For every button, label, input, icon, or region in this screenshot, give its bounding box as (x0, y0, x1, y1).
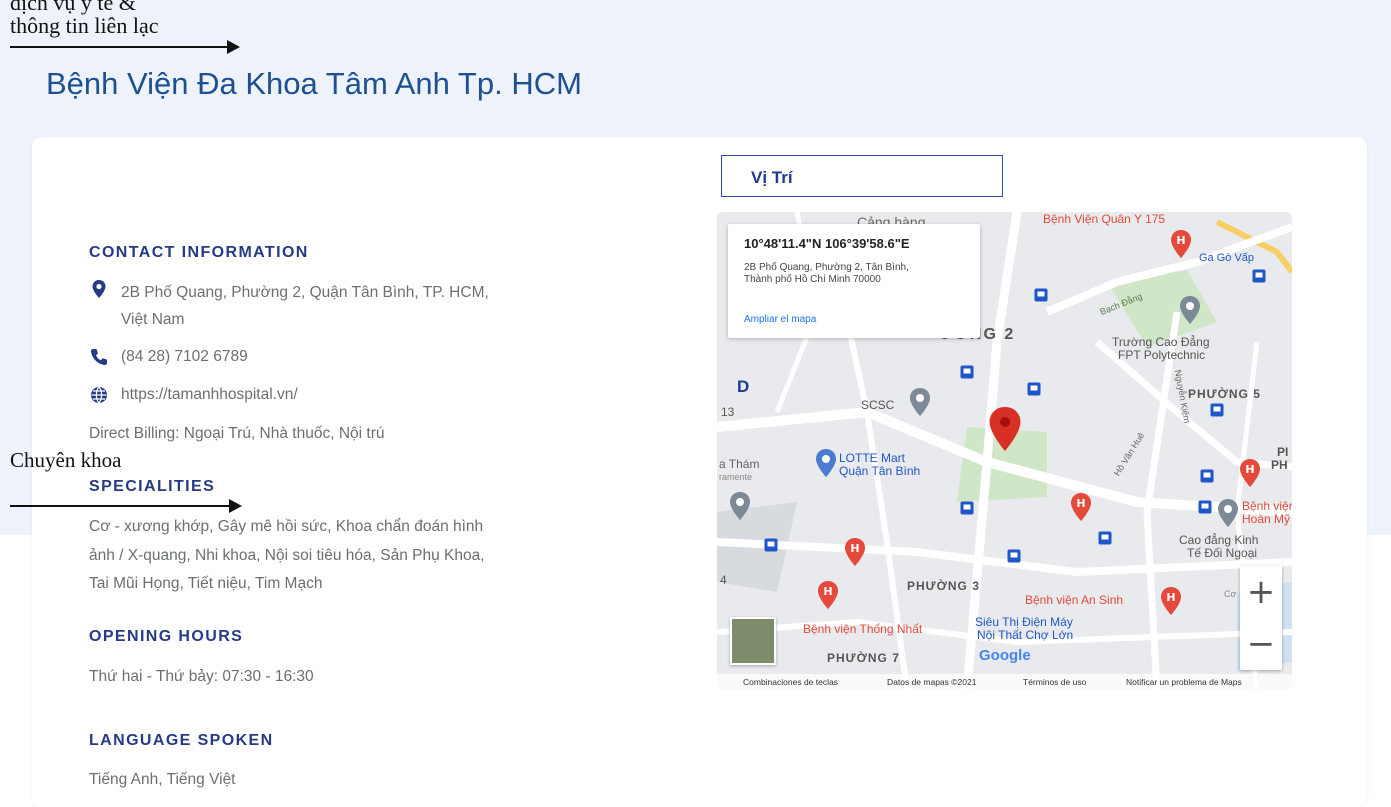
map-info-box: 10°48'11.4"N 106°39'58.6"E 2B Phố Quang,… (728, 224, 980, 338)
direct-billing-text: Direct Billing: Ngoại Trú, Nhà thuốc, Nộ… (89, 425, 385, 442)
specialities-heading: SPECIALITIES (89, 478, 216, 495)
phone-number[interactable]: (84 28) 7102 6789 (121, 344, 248, 370)
annotation-services-line1: dịch vụ y tế & (10, 0, 136, 15)
bus-stop-icon[interactable] (1027, 382, 1041, 396)
shopping-marker-icon[interactable] (815, 448, 837, 478)
annotation-services-line2: thông tin liên lạc (10, 13, 159, 38)
phone-icon (89, 347, 109, 367)
location-label: Vị Trí (751, 168, 793, 187)
map-label-four: 4 (720, 573, 727, 587)
hospital-marker-icon[interactable]: H (1160, 586, 1182, 616)
bus-stop-icon[interactable] (1252, 269, 1266, 283)
map-label-truong-cd-2: FPT Polytechnic (1118, 348, 1206, 362)
map-label-sieu-thi-2: Nội Thất Chợ Lớn (977, 628, 1074, 642)
map-label-ga-go-vap: Ga Gò Vấp (1199, 252, 1255, 264)
language-spoken-heading: LANGUAGE SPOKEN (89, 732, 274, 749)
bus-stop-icon[interactable] (1210, 403, 1224, 417)
contact-information-heading: CONTACT INFORMATION (89, 244, 309, 261)
bus-stop-icon[interactable] (1034, 288, 1048, 302)
svg-text:H: H (823, 585, 832, 598)
enlarge-map-link[interactable]: Ampliar el mapa (744, 314, 816, 325)
specialities-line-3: Tai Mũi Họng, Tiết niệu, Tim Mạch (89, 575, 323, 592)
map-label-phuong-5: PHƯỜNG 5 (1188, 387, 1261, 401)
satellite-toggle-button[interactable] (730, 617, 776, 665)
map-address-line-1: 2B Phố Quang, Phường 2, Tân Bình, (744, 262, 909, 273)
map-label-an-sinh: Bệnh viện An Sinh (1025, 593, 1124, 607)
map-label-ph: PH (1271, 458, 1288, 472)
map-attribution-bar: Combinaciones de teclas Datos de mapas ©… (717, 674, 1292, 690)
map-label-quan-y-175: Bệnh Viện Quân Y 175 (1043, 212, 1166, 226)
map-label-tham-2: ramente (719, 472, 753, 482)
bus-stop-icon[interactable] (960, 501, 974, 515)
report-problem-link[interactable]: Notificar un problema de Maps (1126, 674, 1242, 690)
bus-stop-icon[interactable] (1098, 531, 1112, 545)
map-zoom-controls: + − (1240, 566, 1282, 670)
page-title: Bệnh Viện Đa Khoa Tâm Anh Tp. HCM (46, 66, 582, 101)
keyboard-shortcuts-link[interactable]: Combinaciones de teclas (743, 674, 838, 690)
map-address-line-2: Thành phố Hồ Chí Minh 70000 (744, 274, 881, 285)
hospital-marker-icon[interactable]: H (1170, 229, 1192, 259)
annotation-specialities: Chuyên khoa (10, 448, 122, 472)
hospital-marker-icon[interactable]: H (817, 580, 839, 610)
bus-stop-icon[interactable] (1007, 549, 1021, 563)
annotation-arrow-specialities (10, 499, 242, 513)
poi-marker-icon[interactable] (729, 491, 751, 521)
map-coordinates: 10°48'11.4"N 106°39'58.6"E (744, 236, 910, 251)
bus-stop-icon[interactable] (1200, 469, 1214, 483)
opening-hours-value: Thứ hai - Thứ bảy: 07:30 - 16:30 (89, 668, 314, 685)
address-line-2: Việt Nam (121, 311, 185, 328)
hospital-marker-icon[interactable]: H (1239, 458, 1261, 488)
map-pin-icon[interactable] (988, 406, 1022, 452)
svg-text:H: H (1176, 234, 1185, 247)
globe-icon (89, 385, 109, 405)
google-logo: Google (979, 647, 1031, 664)
poi-marker-icon[interactable] (909, 387, 931, 417)
map-label-lotte-2: Quận Tân Bình (839, 464, 921, 478)
map-label-right-cut: Cơ (1224, 589, 1237, 599)
svg-text:H: H (1245, 463, 1254, 476)
zoom-out-button[interactable]: − (1240, 618, 1282, 670)
zoom-in-button[interactable]: + (1240, 566, 1282, 618)
annotation-arrow-top (10, 40, 240, 54)
map-label-hoan-my-2: Hoàn Mỹ (1242, 512, 1291, 526)
bus-stop-icon[interactable] (960, 365, 974, 379)
map-label-d: D (737, 377, 750, 396)
bus-stop-icon[interactable] (1198, 500, 1212, 514)
svg-text:H: H (1076, 497, 1085, 510)
opening-hours-heading: OPENING HOURS (89, 628, 244, 645)
map-data-text: Datos de mapas ©2021 (887, 677, 977, 687)
map-label-cd-kinh-te-2: Tế Đối Ngoại (1187, 546, 1258, 560)
hospital-marker-icon[interactable]: H (844, 537, 866, 567)
map-label-scsc: SCSC (861, 398, 895, 412)
bus-stop-icon[interactable] (764, 538, 778, 552)
map-label-tham-1: a Thám (719, 457, 760, 471)
education-marker-icon[interactable] (1179, 295, 1201, 325)
specialities-line-2: ảnh / X-quang, Nhi khoa, Nội soi tiêu hó… (89, 547, 485, 564)
address-line-1: 2B Phố Quang, Phường 2, Quận Tân Bình, T… (121, 284, 489, 301)
location-pin-icon (89, 279, 109, 299)
specialities-line-1: Cơ - xương khớp, Gây mê hồi sức, Khoa ch… (89, 518, 484, 535)
poi-marker-icon[interactable] (1217, 498, 1239, 528)
map-label-thong-nhat: Bệnh viện Thống Nhất (803, 622, 923, 636)
hospital-marker-icon[interactable]: H (1070, 492, 1092, 522)
svg-text:H: H (1166, 591, 1175, 604)
terms-of-use-link[interactable]: Términos de uso (1023, 674, 1086, 690)
language-spoken-value: Tiếng Anh, Tiếng Việt (89, 771, 236, 788)
map-label-phuong-7: PHƯỜNG 7 (827, 651, 900, 665)
svg-text:H: H (850, 542, 859, 555)
map-label-phuong-3: PHƯỜNG 3 (907, 579, 980, 593)
map-label-13: 13 (721, 405, 735, 419)
website-link[interactable]: https://tamanhhospital.vn/ (121, 382, 298, 408)
